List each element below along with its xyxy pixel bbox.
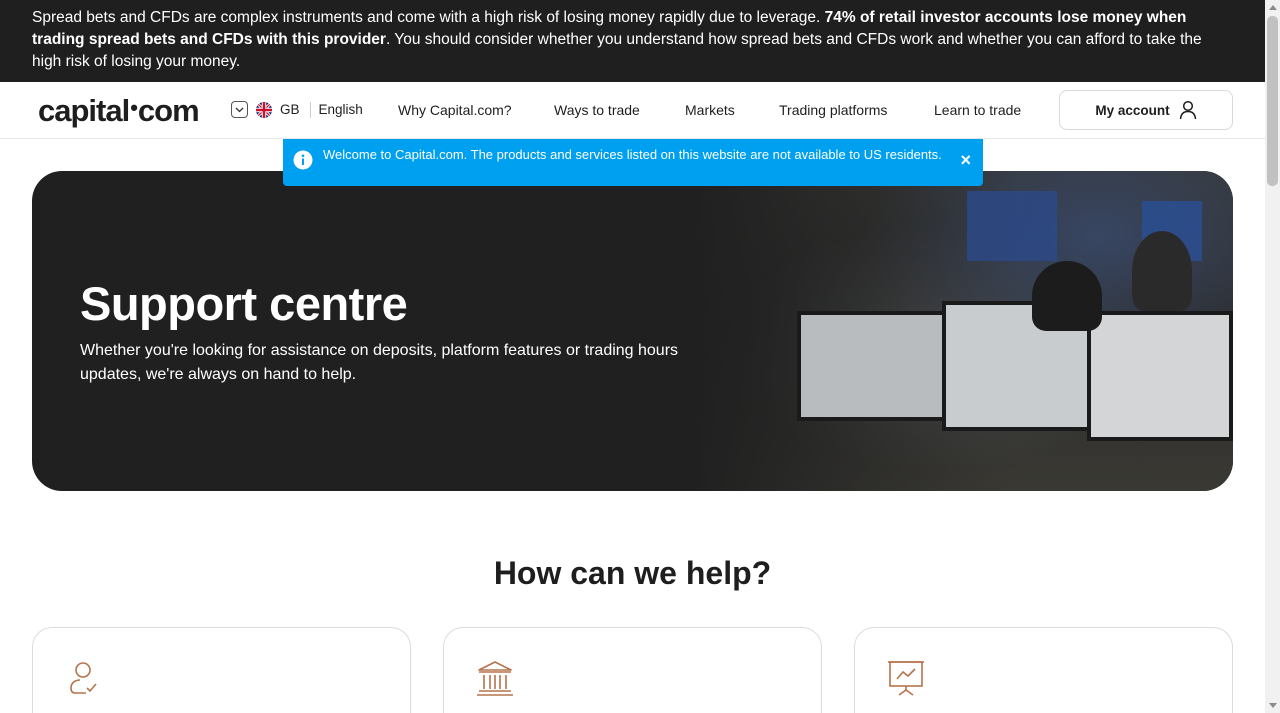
- nav-trading-platforms[interactable]: Trading platforms: [779, 102, 887, 118]
- support-office-photo: [692, 171, 1233, 491]
- notice-text: Welcome to Capital.com. The products and…: [323, 147, 942, 162]
- hero-subtitle: Whether you're looking for assistance on…: [80, 342, 679, 383]
- help-card-deposits[interactable]: [443, 627, 822, 713]
- risk-warning-text: Spread bets and CFDs are complex instrum…: [32, 9, 825, 26]
- help-section-title: How can we help?: [493, 555, 772, 591]
- info-icon: [293, 150, 313, 170]
- logo-dot: •: [130, 95, 138, 120]
- close-icon[interactable]: ×: [960, 151, 971, 169]
- logo-text-left: capital: [38, 93, 130, 128]
- nav-ways-to-trade[interactable]: Ways to trade: [554, 102, 640, 118]
- page-scrollbar[interactable]: [1265, 0, 1280, 713]
- hero-banner: Support centre Whether you're looking fo…: [32, 171, 1233, 491]
- uk-flag-icon: [256, 101, 272, 118]
- user-check-icon: [70, 662, 97, 694]
- my-account-label: My account: [1095, 102, 1170, 118]
- logo-text-right: com: [137, 93, 200, 128]
- nav-learn-to-trade[interactable]: Learn to trade: [934, 102, 1021, 118]
- language-label: English: [318, 102, 363, 117]
- chevron-down-icon[interactable]: [231, 101, 248, 118]
- main-navbar: capital•com GB English Why Capital.com? …: [0, 82, 1265, 139]
- presentation-chart-icon: [888, 661, 924, 696]
- nav-why-capital[interactable]: Why Capital.com?: [398, 102, 512, 118]
- user-icon: [1179, 100, 1196, 120]
- divider: [309, 101, 311, 118]
- scroll-thumb[interactable]: [1267, 16, 1278, 186]
- country-code: GB: [280, 102, 300, 117]
- language-selector[interactable]: GB English: [231, 101, 363, 118]
- risk-warning-banner: Spread bets and CFDs are complex instrum…: [0, 0, 1265, 82]
- help-card-platform[interactable]: [854, 627, 1233, 713]
- scroll-down-arrow[interactable]: [1269, 703, 1277, 708]
- capital-logo[interactable]: capital•com: [38, 93, 200, 129]
- page-title: Support centre: [80, 277, 408, 330]
- bank-icon: [477, 661, 513, 696]
- nav-markets[interactable]: Markets: [685, 102, 735, 118]
- us-residents-notice: Welcome to Capital.com. The products and…: [283, 139, 983, 186]
- help-card-account[interactable]: [32, 627, 411, 713]
- my-account-button[interactable]: My account: [1059, 90, 1233, 130]
- scroll-up-arrow[interactable]: [1269, 5, 1277, 10]
